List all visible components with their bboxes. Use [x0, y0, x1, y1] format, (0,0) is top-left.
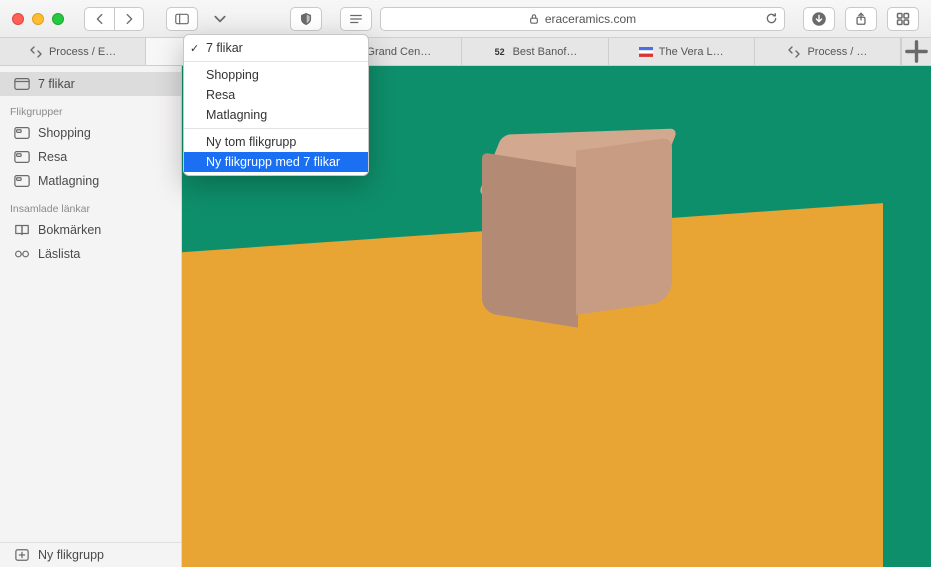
dropdown-item-label: Shopping — [206, 68, 259, 82]
sidebar-section-groups: Flikgrupper — [0, 96, 181, 121]
share-button[interactable] — [845, 7, 877, 31]
sidebar-section-links: Insamlade länkar — [0, 193, 181, 218]
sidebar-item-label: Bokmärken — [38, 223, 101, 237]
52-icon: 52 — [493, 45, 507, 59]
sidebar-group-shopping[interactable]: Shopping — [0, 121, 181, 145]
toolbar-right — [803, 7, 919, 31]
dropdown-separator — [184, 61, 368, 62]
main: 7 flikar Flikgrupper Shopping Resa Matla… — [0, 66, 931, 567]
content-image — [883, 66, 931, 567]
new-tab-button[interactable] — [901, 38, 931, 65]
close-window-button[interactable] — [12, 13, 24, 25]
sidebar-item-label: Ny flikgrupp — [38, 548, 104, 562]
downloads-button[interactable] — [803, 7, 835, 31]
sidebar-item-label: Shopping — [38, 126, 91, 140]
sidebar-new-group-button[interactable]: Ny flikgrupp — [0, 543, 181, 567]
dropdown-item-shopping[interactable]: Shopping — [184, 65, 368, 85]
back-button[interactable] — [84, 7, 114, 31]
sidebar-toggle-button[interactable] — [166, 7, 198, 31]
tab[interactable]: 52 Best Banof… — [462, 38, 608, 65]
sidebar-item-label: 7 flikar — [38, 77, 75, 91]
tab[interactable]: Process / … — [755, 38, 901, 65]
dropdown-item-label: Matlagning — [206, 108, 267, 122]
tab-bar: Process / E… Grand Cen… 52 Best Banof… T… — [0, 38, 931, 66]
dropdown-item-matlagning[interactable]: Matlagning — [184, 105, 368, 125]
tab-group-dropdown: 7 flikar Shopping Resa Matlagning Ny tom… — [183, 34, 369, 176]
tabgroup-icon — [14, 126, 30, 140]
glasses-icon — [14, 247, 30, 261]
compress-icon — [787, 45, 801, 59]
window-icon — [14, 77, 30, 91]
sidebar-item-label: Resa — [38, 150, 67, 164]
tab-label: Grand Cen… — [366, 46, 431, 58]
dropdown-separator — [184, 128, 368, 129]
tab-overview-button[interactable] — [887, 7, 919, 31]
address-field[interactable]: eraceramics.com — [380, 7, 785, 31]
sidebar: 7 flikar Flikgrupper Shopping Resa Matla… — [0, 66, 182, 567]
tab-label: The Vera L… — [659, 46, 724, 58]
dropdown-item-label: 7 flikar — [206, 41, 243, 55]
tab[interactable]: The Vera L… — [609, 38, 755, 65]
sidebar-item-label: Matlagning — [38, 174, 99, 188]
flag-icon — [639, 45, 653, 59]
plus-square-icon — [14, 548, 30, 562]
forward-button[interactable] — [114, 7, 144, 31]
tab-label: Process / E… — [49, 46, 116, 58]
reader-button[interactable] — [340, 7, 372, 31]
dropdown-item-resa[interactable]: Resa — [184, 85, 368, 105]
dropdown-item-label: Resa — [206, 88, 235, 102]
sidebar-item-label: Läslista — [38, 247, 80, 261]
tab[interactable]: Process / E… — [0, 38, 146, 65]
minimize-window-button[interactable] — [32, 13, 44, 25]
sidebar-group-resa[interactable]: Resa — [0, 145, 181, 169]
sidebar-readinglist[interactable]: Läslista — [0, 242, 181, 266]
nav-back-forward — [84, 7, 144, 31]
dropdown-item-current[interactable]: 7 flikar — [184, 38, 368, 58]
content-image — [482, 126, 672, 326]
tab-group-menu-button[interactable] — [206, 7, 234, 31]
sidebar-group-matlagning[interactable]: Matlagning — [0, 169, 181, 193]
book-icon — [14, 223, 30, 237]
sidebar-current-tabs[interactable]: 7 flikar — [0, 72, 181, 96]
address-host: eraceramics.com — [545, 12, 636, 26]
fullscreen-window-button[interactable] — [52, 13, 64, 25]
dropdown-item-label: Ny tom flikgrupp — [206, 135, 296, 149]
dropdown-item-label: Ny flikgrupp med 7 flikar — [206, 155, 340, 169]
tabgroup-icon — [14, 174, 30, 188]
dropdown-item-new-with-tabs[interactable]: Ny flikgrupp med 7 flikar — [184, 152, 368, 172]
traffic-lights — [12, 13, 64, 25]
tab-label: Process / … — [807, 46, 867, 58]
dropdown-item-new-empty[interactable]: Ny tom flikgrupp — [184, 132, 368, 152]
privacy-report-button[interactable] — [290, 7, 322, 31]
lock-icon — [529, 13, 539, 25]
reload-icon[interactable] — [765, 12, 778, 25]
compress-icon — [29, 45, 43, 59]
tab-label: Best Banof… — [513, 46, 578, 58]
address-bar: eraceramics.com — [340, 7, 785, 31]
tabgroup-icon — [14, 150, 30, 164]
window-toolbar: eraceramics.com — [0, 0, 931, 38]
sidebar-bookmarks[interactable]: Bokmärken — [0, 218, 181, 242]
